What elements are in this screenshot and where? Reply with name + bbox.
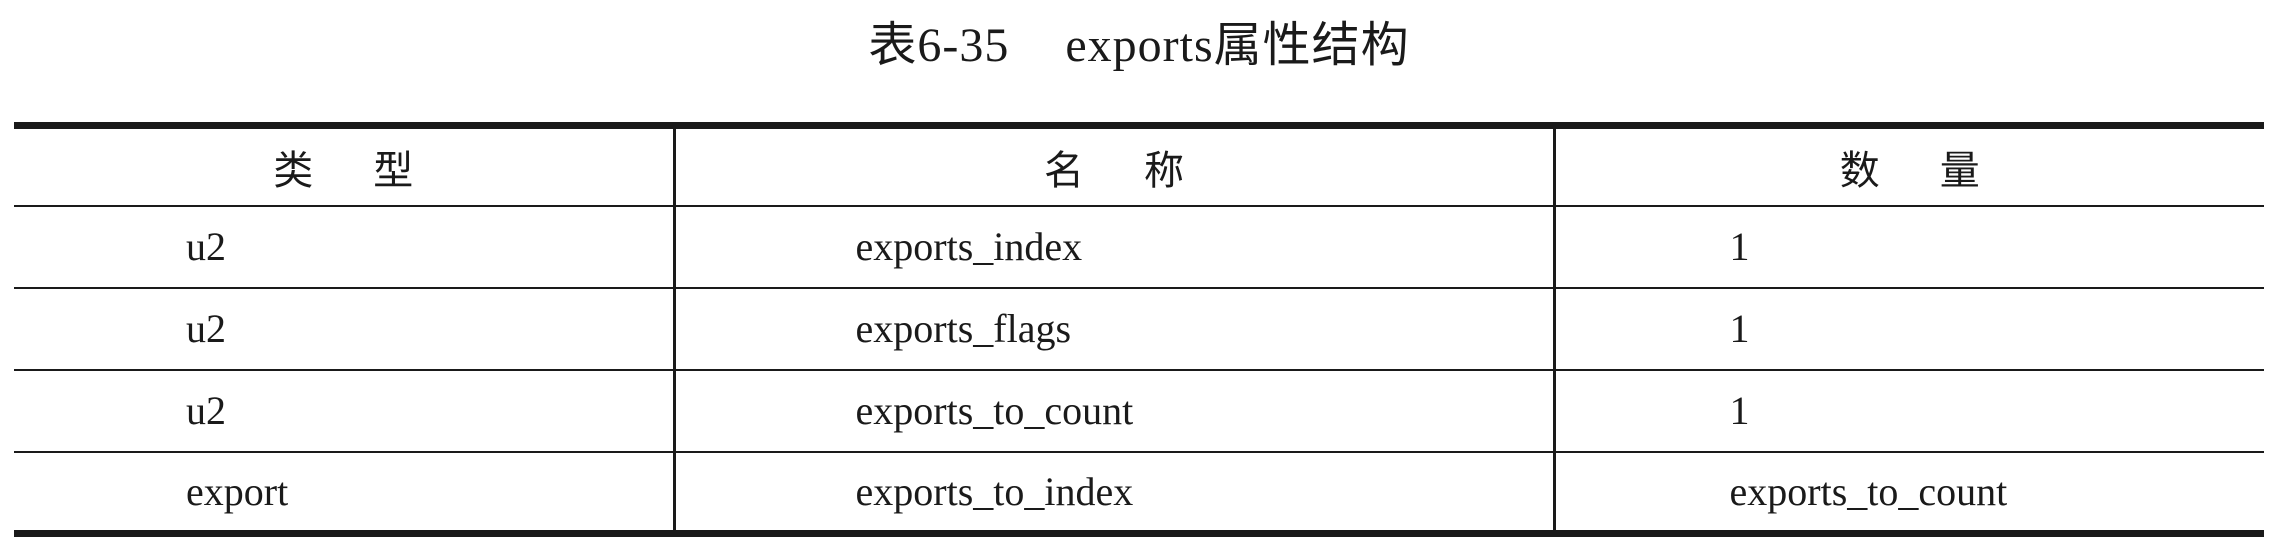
cell-type: export — [14, 451, 674, 537]
cell-count: 1 — [1552, 205, 2264, 289]
header-name: 名称 — [672, 122, 1554, 207]
table-title: exports属性结构 — [1065, 19, 1410, 72]
cell-count: 1 — [1552, 369, 2264, 453]
table-row: export exports_to_index exports_to_count — [14, 451, 2264, 537]
header-type: 类型 — [14, 122, 674, 207]
table-caption: 表6-35 exports属性结构 — [0, 0, 2278, 80]
table-number: 表6-35 — [868, 19, 1010, 72]
cell-type: u2 — [14, 205, 674, 289]
cell-type: u2 — [14, 287, 674, 371]
cell-name: exports_index — [672, 205, 1554, 289]
header-count: 数量 — [1552, 122, 2264, 207]
table-row: u2 exports_to_count 1 — [14, 369, 2264, 453]
cell-name: exports_to_index — [672, 451, 1554, 537]
cell-name: exports_to_count — [672, 369, 1554, 453]
cell-name: exports_flags — [672, 287, 1554, 371]
table-row: u2 exports_flags 1 — [14, 287, 2264, 371]
cell-count: exports_to_count — [1552, 451, 2264, 537]
cell-count: 1 — [1552, 287, 2264, 371]
cell-type: u2 — [14, 369, 674, 453]
header-row: 类型 名称 数量 — [14, 122, 2264, 207]
exports-structure-table: 类型 名称 数量 u2 exports_index 1 u2 exports_f… — [14, 122, 2264, 537]
table-row: u2 exports_index 1 — [14, 205, 2264, 289]
